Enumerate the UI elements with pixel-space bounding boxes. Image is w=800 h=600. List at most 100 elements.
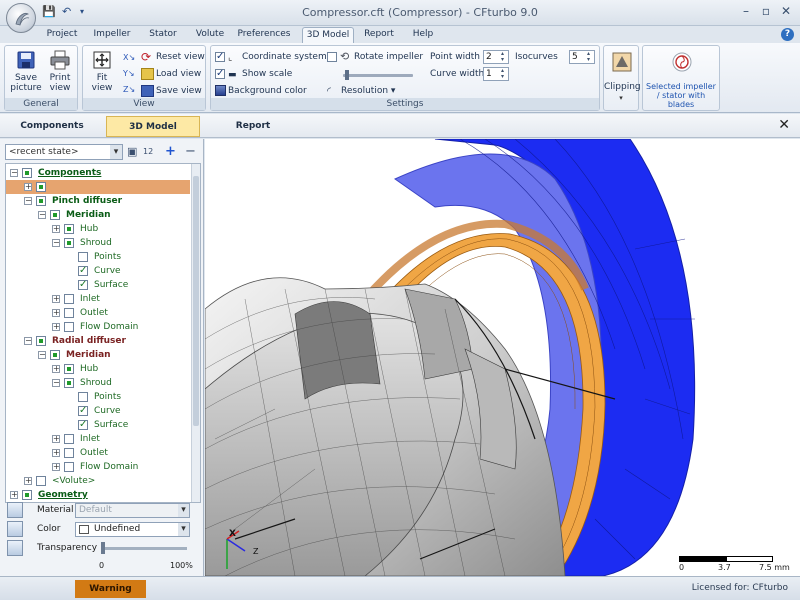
view-tab-report[interactable]: Report	[206, 116, 300, 137]
coordinate-system-toggle[interactable]: ⌞ Coordinate system	[215, 50, 327, 64]
minimize-button[interactable]: –	[736, 4, 756, 20]
collapse-icon[interactable]: −	[38, 211, 46, 219]
axis-view-icons[interactable]: X↘ Y↘ Z↘	[123, 50, 137, 98]
rotate-impeller-checkbox[interactable]	[327, 51, 337, 62]
numbering-icon[interactable]: 12	[143, 145, 153, 159]
restore-button[interactable]: ▫	[756, 4, 776, 20]
warning-badge[interactable]: Warning	[75, 580, 146, 598]
tree-item[interactable]: + Inlet	[6, 292, 190, 306]
tree-item[interactable]: + Flow Domain	[6, 320, 190, 334]
tree-item-checkbox[interactable]	[36, 182, 46, 192]
transparency-slider[interactable]	[101, 542, 187, 554]
tree-item[interactable]: − Shroud	[6, 376, 190, 390]
tree-item[interactable]: − Meridian	[6, 348, 190, 362]
quick-access-menu-icon[interactable]: ▾	[80, 7, 84, 23]
curve-width-input[interactable]: 1	[483, 67, 509, 81]
point-width-input[interactable]: 2	[483, 50, 509, 64]
tree-item-checkbox[interactable]	[78, 264, 88, 278]
reset-view-button[interactable]: ⟳ Reset view	[141, 50, 205, 64]
tree-scrollbar[interactable]	[191, 164, 200, 502]
tab-stator[interactable]: Stator	[143, 27, 183, 43]
tree-item-checkbox[interactable]	[64, 434, 74, 444]
rotation-speed-slider[interactable]	[343, 70, 413, 80]
tree-item-checkbox[interactable]	[36, 476, 46, 486]
collapse-icon[interactable]: −	[10, 169, 18, 177]
add-state-icon[interactable]: +	[165, 145, 176, 159]
tree-item-checkbox[interactable]	[64, 462, 74, 472]
view-tab-3d-model[interactable]: 3D Model	[106, 116, 200, 137]
tab-report[interactable]: Report	[361, 27, 397, 43]
tree-item-checkbox[interactable]	[36, 336, 46, 346]
tree-item[interactable]: − Radial diffuser	[6, 334, 190, 348]
tree-item-checkbox[interactable]	[22, 168, 32, 178]
tree-item-checkbox[interactable]	[78, 278, 88, 292]
recent-state-select[interactable]: <recent state>	[5, 144, 123, 160]
tree-item[interactable]: Points	[6, 250, 190, 264]
app-logo-icon[interactable]	[6, 3, 36, 33]
material-select[interactable]: Default	[75, 503, 190, 518]
tree-item-checkbox[interactable]	[64, 238, 74, 248]
tree-item-checkbox[interactable]	[64, 448, 74, 458]
rotation-slider-thumb[interactable]	[345, 70, 349, 80]
close-view-icon[interactable]: ✕	[778, 117, 790, 133]
help-icon[interactable]: ?	[781, 28, 794, 41]
show-scale-checkbox[interactable]	[215, 67, 225, 81]
expand-icon[interactable]: +	[24, 183, 32, 191]
quick-save-icon[interactable]: 💾	[42, 5, 56, 21]
tree-item-checkbox[interactable]	[64, 224, 74, 234]
tree-item[interactable]: + <Volute>	[6, 474, 190, 488]
clipping-button[interactable]: Clipping ▾	[603, 45, 641, 111]
x-axis-view-icon[interactable]: X↘	[123, 50, 137, 66]
remove-state-icon[interactable]: −	[185, 145, 196, 159]
collapse-icon[interactable]: −	[52, 379, 60, 387]
tab-preferences[interactable]: Preferences	[236, 27, 292, 43]
tree-item[interactable]: + Outlet	[6, 446, 190, 460]
expand-icon[interactable]: +	[52, 225, 60, 233]
resolution-dropdown[interactable]: ◜ Resolution ▾	[327, 84, 395, 98]
expand-icon[interactable]: +	[10, 491, 18, 499]
undo-icon[interactable]: ↶	[62, 5, 71, 21]
tree-item[interactable]: − Shroud	[6, 236, 190, 250]
tree-item-checkbox[interactable]	[78, 252, 88, 262]
tree-item-checkbox[interactable]	[50, 210, 60, 220]
fit-view-button[interactable]: Fit view	[85, 49, 119, 93]
background-color-button[interactable]: Background color	[215, 84, 307, 98]
tree-item-checkbox[interactable]	[36, 196, 46, 206]
tree-item[interactable]: + Flow Domain	[6, 460, 190, 474]
tab-3d-model[interactable]: 3D Model	[302, 27, 354, 43]
tree-item-checkbox[interactable]	[64, 294, 74, 304]
tab-project[interactable]: Project	[42, 27, 82, 43]
expand-icon[interactable]: +	[52, 309, 60, 317]
tree-item-checkbox[interactable]	[50, 350, 60, 360]
tree-item[interactable]: + Hub	[6, 222, 190, 236]
selected-impeller-button[interactable]: Selected impeller / stator with blades	[642, 45, 720, 111]
tree-item[interactable]: Surface	[6, 418, 190, 432]
z-axis-view-icon[interactable]: Z↘	[123, 82, 137, 98]
expand-icon[interactable]: +	[52, 295, 60, 303]
expand-icon[interactable]: +	[52, 435, 60, 443]
tree-item[interactable]: Points	[6, 390, 190, 404]
save-picture-button[interactable]: Save picture	[8, 49, 44, 93]
tree-scrollbar-thumb[interactable]	[193, 176, 199, 426]
expand-icon[interactable]: +	[52, 323, 60, 331]
3d-viewport[interactable]: X Z 0 3.7 7.5 mm	[205, 139, 800, 576]
coordinate-system-checkbox[interactable]	[215, 50, 225, 64]
tree-item-checkbox[interactable]	[78, 392, 88, 402]
collapse-icon[interactable]: −	[24, 337, 32, 345]
load-view-button[interactable]: Load view	[141, 67, 201, 81]
save-state-icon[interactable]: ▣	[127, 145, 137, 159]
tree-item[interactable]: − Components	[6, 166, 190, 180]
expand-icon[interactable]: +	[52, 365, 60, 373]
tab-help[interactable]: Help	[408, 27, 438, 43]
tree-item[interactable]: + Inlet	[6, 432, 190, 446]
tree-item[interactable]: + Geometry	[6, 488, 190, 502]
expand-icon[interactable]: +	[52, 463, 60, 471]
tab-impeller[interactable]: Impeller	[92, 27, 132, 43]
collapse-icon[interactable]: −	[24, 197, 32, 205]
tree-item[interactable]: Curve	[6, 264, 190, 278]
expand-icon[interactable]: +	[52, 449, 60, 457]
tree-item[interactable]: + Hub	[6, 362, 190, 376]
expand-icon[interactable]: +	[24, 477, 32, 485]
tree-item[interactable]: Curve	[6, 404, 190, 418]
tree-item-checkbox[interactable]	[64, 308, 74, 318]
